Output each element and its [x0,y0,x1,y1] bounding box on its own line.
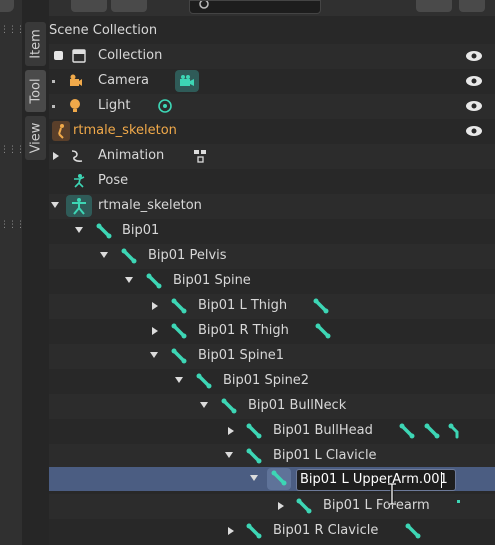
collapse-arrow-icon[interactable] [51,202,59,208]
collapse-arrow-icon[interactable] [250,475,258,481]
menu-button[interactable] [0,0,14,12]
text-caret [441,472,442,488]
drag-handle-icon[interactable]: ⋮⋮⋮⋮ [0,26,33,35]
filter-button[interactable] [416,0,452,12]
relationship-dot [52,80,55,83]
bone-child-icon[interactable] [315,323,331,339]
collapse-arrow-icon[interactable] [125,277,133,283]
tree-row[interactable]: Bip01 R Thigh [49,319,495,344]
bone-icon [146,273,162,289]
bone-icon [121,248,137,264]
expand-arrow-icon[interactable] [228,527,234,535]
tab-item[interactable]: Item [25,22,46,66]
armature-object-icon [52,121,70,141]
bone-child-icon[interactable] [424,423,440,439]
tree-row[interactable]: Bip01 BullNeck [49,394,495,419]
tree-row[interactable]: Bip01 Spine2 [49,369,495,394]
bone-icon [171,298,187,314]
tree-row[interactable]: Bip01 Pelvis [49,244,495,269]
collapse-arrow-icon[interactable] [100,252,108,258]
collapse-arrow-icon[interactable] [225,452,233,458]
bone-icon [296,498,312,514]
drag-handle-icon[interactable]: ⋮⋮⋮⋮ [0,221,33,230]
tree-row[interactable]: rtmale_skeleton [49,194,495,219]
drag-handle-icon[interactable]: ⋮⋮⋮⋮ [0,146,33,155]
tree-row[interactable]: Bip01 [49,219,495,244]
tree-row[interactable]: Bip01 L Clavicle [49,444,495,469]
tree-row[interactable]: Bip01 R Clavicle [49,519,495,544]
bone-child-icon [457,500,460,503]
collapse-arrow-icon[interactable] [175,377,183,383]
collapse-arrow-icon[interactable] [75,227,83,233]
camera-data-icon[interactable] [175,70,199,92]
eye-icon[interactable] [465,100,483,112]
light-object-icon [70,99,80,112]
armature-data-icon [66,195,92,217]
bone-icon [246,448,262,464]
eye-icon[interactable] [465,50,483,62]
bone-icon [246,523,262,539]
eye-icon[interactable] [465,75,483,87]
search-icon [199,1,209,9]
tree-row[interactable]: Collection [49,44,495,69]
relationship-dot [52,105,55,108]
collection-icon [72,49,86,63]
tree-row[interactable]: Pose [49,169,495,194]
outliner-header [49,0,495,16]
expand-arrow-icon[interactable] [278,502,284,510]
tree-row[interactable]: Bip01 Spine [49,269,495,294]
expand-arrow-icon[interactable] [152,327,158,335]
search-input[interactable] [189,0,321,14]
bone-icon [246,423,262,439]
expand-arrow-icon[interactable] [228,427,234,435]
bone-icon [171,348,187,364]
i-beam-cursor-icon [388,483,396,505]
scene-collection-label: Scene Collection [49,23,158,38]
tree-row[interactable]: Camera [49,69,495,94]
bone-icon [171,323,187,339]
rename-input[interactable]: Bip01 L UpperArm.001 [296,469,456,491]
tree-row[interactable]: Scene Collection [49,19,495,44]
tree-row[interactable]: Bip01 BullHead [49,419,495,444]
display-mode-button[interactable] [71,0,107,12]
tree-row[interactable]: rtmale_skeleton [49,119,495,144]
bone-icon [196,373,212,389]
tree-row[interactable]: Animation [49,144,495,169]
editor-left-strip: ⋮⋮⋮⋮ ⋮⋮⋮⋮ ⋮⋮⋮⋮ [0,0,33,545]
pose-icon [74,174,85,188]
bone-child-icon[interactable] [447,423,463,439]
expand-arrow-icon[interactable] [152,302,158,310]
tree-row[interactable]: Bip01 Spine1 [49,344,495,369]
exclude-checkbox[interactable] [54,51,63,60]
bone-child-icon[interactable] [399,423,415,439]
tree-row[interactable]: Bip01 L Forearm [49,494,495,519]
collapse-arrow-icon[interactable] [150,352,158,358]
bone-icon [96,223,112,239]
tree-row[interactable]: Bip01 L Thigh [49,294,495,319]
sidebar-tabs: Item Tool View [22,0,50,545]
light-data-icon[interactable] [157,98,173,114]
tab-view[interactable]: View [25,116,46,160]
view-button[interactable] [111,0,147,12]
bone-icon [221,398,237,414]
bone-child-icon[interactable] [405,523,421,539]
expand-arrow-icon[interactable] [53,152,59,160]
action-icon[interactable] [192,148,208,164]
bone-child-icon[interactable] [313,298,329,314]
new-collection-button[interactable] [459,0,485,12]
bone-icon [267,468,291,490]
eye-icon[interactable] [465,125,483,137]
camera-object-icon [70,74,82,86]
tab-tool[interactable]: Tool [25,70,46,112]
collapse-arrow-icon[interactable] [200,402,208,408]
animation-icon [71,150,83,162]
tree-row[interactable]: Light [49,94,495,119]
